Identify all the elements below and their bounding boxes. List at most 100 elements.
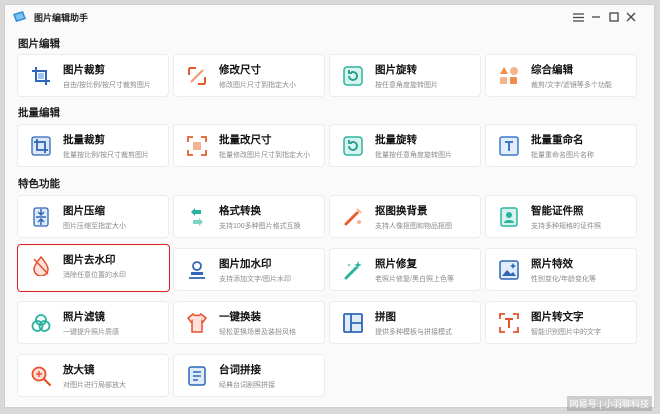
section-title-image-edit: 图片编辑 [18,38,60,50]
close-icon[interactable] [622,8,640,26]
outfit-icon [187,313,207,333]
card-desc: 支持多种规格的证件照 [531,223,601,230]
card-magnifier[interactable]: 放大镜 对图片进行局部放大 [17,354,169,397]
cutout-icon [344,208,362,226]
batch-crop-icon [31,136,51,156]
collage-icon [343,313,363,333]
card-subtitle-stitch[interactable]: 台词拼接 经典台词剧照拼接 [173,354,325,397]
card-image-rotate[interactable]: 图片旋转 按任意角度旋转图片 [329,54,481,97]
batch-rotate-icon [343,136,363,156]
card-title: 批量重命名 [531,134,584,146]
card-cutout-background[interactable]: 抠图换背景 支持人像抠图和物品抠图 [329,195,481,238]
maximize-icon[interactable] [605,8,623,26]
card-desc: 性别变化/年龄变化等 [531,276,596,283]
card-desc: 批量按比例/按尺寸裁剪图片 [63,152,149,159]
effects-icon [499,260,519,280]
card-format-convert[interactable]: 格式转换 支持100多种图片格式互换 [173,195,325,238]
shapes-icon [500,67,518,84]
crop-icon [32,67,50,85]
card-photo-filter[interactable]: 照片滤镜 一键提升照片质感 [17,301,169,344]
app-window: 图片编辑助手 图片编辑 批量编辑 特色功能 图片裁剪 自由/按比例/按尺寸裁剪图… [4,4,655,408]
card-photo-effects[interactable]: 照片特效 性别变化/年龄变化等 [485,248,637,291]
app-logo-icon [13,11,26,22]
filter-icon [31,314,51,332]
card-batch-crop[interactable]: 批量裁剪 批量按比例/按尺寸裁剪图片 [17,124,169,167]
card-title: 综合编辑 [531,64,573,76]
card-title: 智能证件照 [531,205,584,217]
minimize-icon[interactable] [587,8,605,26]
card-desc: 提供多种模板与拼接模式 [375,329,452,336]
card-title: 拼图 [375,311,396,323]
card-title: 图片裁剪 [63,64,105,76]
card-title: 台词拼接 [219,364,261,376]
rotate-icon [343,66,363,86]
card-title: 照片滤镜 [63,311,105,323]
card-desc: 轻松更换场景及装扮风格 [219,329,296,336]
card-desc: 经典台词剧照拼接 [219,382,275,389]
card-desc: 支持添加文字/图片水印 [219,276,291,283]
card-title: 图片加水印 [219,258,272,270]
card-title: 放大镜 [63,364,95,376]
card-title: 照片特效 [531,258,573,270]
card-image-compress[interactable]: 图片压缩 图片压缩至指定大小 [17,195,169,238]
subtitle-stitch-icon [188,366,206,386]
card-one-click-outfit[interactable]: 一键换装 轻松更换场景及装扮风格 [173,301,325,344]
compress-icon [33,207,49,227]
batch-resize-icon [187,136,207,156]
card-title: 图片旋转 [375,64,417,76]
card-title: 照片修复 [375,258,417,270]
card-desc: 支持100多种图片格式互换 [219,223,301,230]
card-batch-rename[interactable]: 批量重命名 批量重命名图片名称 [485,124,637,167]
card-image-to-text[interactable]: 图片转文字 智能识别图片中的文字 [485,301,637,344]
card-desc: 一键提升照片质感 [63,329,119,336]
card-title: 一键换装 [219,311,261,323]
card-batch-resize[interactable]: 批量改尺寸 批量修改图片尺寸到指定大小 [173,124,325,167]
card-desc: 批量重命名图片名称 [531,152,594,159]
convert-icon [191,208,203,226]
card-desc: 老照片修复/黑白照上色等 [375,276,454,283]
card-desc: 消除任意位置的水印 [63,272,126,279]
card-comprehensive-edit[interactable]: 综合编辑 裁剪/文字/滤镜等多个功能 [485,54,637,97]
card-collage[interactable]: 拼图 提供多种模板与拼接模式 [329,301,481,344]
card-title: 图片转文字 [531,311,584,323]
card-desc: 图片压缩至指定大小 [63,223,126,230]
card-remove-watermark[interactable]: 图片去水印 消除任意位置的水印 [17,244,170,292]
repair-icon [344,261,362,280]
card-title: 图片压缩 [63,205,105,217]
app-title: 图片编辑助手 [34,13,89,23]
card-desc: 自由/按比例/按尺寸裁剪图片 [63,82,151,89]
card-desc: 对图片进行局部放大 [63,382,126,389]
id-photo-icon [500,207,518,227]
card-desc: 修改图片尺寸到指定大小 [219,82,296,89]
watermark-text: 网易号 | 小羽聊科技 [566,396,652,411]
rename-icon [499,136,519,156]
ocr-icon [499,313,519,333]
card-title: 批量改尺寸 [219,134,272,146]
card-title: 图片去水印 [63,254,116,266]
magnifier-icon [31,366,51,386]
resize-icon [188,67,206,85]
card-desc: 智能识别图片中的文字 [531,329,601,336]
card-desc: 批量修改图片尺寸到指定大小 [219,152,310,159]
card-title: 批量裁剪 [63,134,105,146]
card-desc: 批量按任意角度旋转图片 [375,152,452,159]
title-bar: 图片编辑助手 [5,5,654,29]
card-title: 抠图换背景 [375,205,428,217]
card-photo-repair[interactable]: 照片修复 老照片修复/黑白照上色等 [329,248,481,291]
card-title: 格式转换 [219,205,261,217]
card-desc: 支持人像抠图和物品抠图 [375,223,452,230]
card-add-watermark[interactable]: 图片加水印 支持添加文字/图片水印 [173,248,325,291]
card-desc: 按任意角度旋转图片 [375,82,438,89]
card-batch-rotate[interactable]: 批量旋转 批量按任意角度旋转图片 [329,124,481,167]
card-title: 批量旋转 [375,134,417,146]
card-smart-id-photo[interactable]: 智能证件照 支持多种规格的证件照 [485,195,637,238]
card-image-crop[interactable]: 图片裁剪 自由/按比例/按尺寸裁剪图片 [17,54,169,97]
menu-icon[interactable] [569,8,587,26]
add-watermark-icon [189,261,205,279]
card-title: 修改尺寸 [219,64,261,76]
remove-watermark-icon [33,256,49,276]
card-desc: 裁剪/文字/滤镜等多个功能 [531,82,612,89]
section-title-features: 特色功能 [18,178,60,190]
section-title-batch-edit: 批量编辑 [18,107,60,119]
card-resize[interactable]: 修改尺寸 修改图片尺寸到指定大小 [173,54,325,97]
